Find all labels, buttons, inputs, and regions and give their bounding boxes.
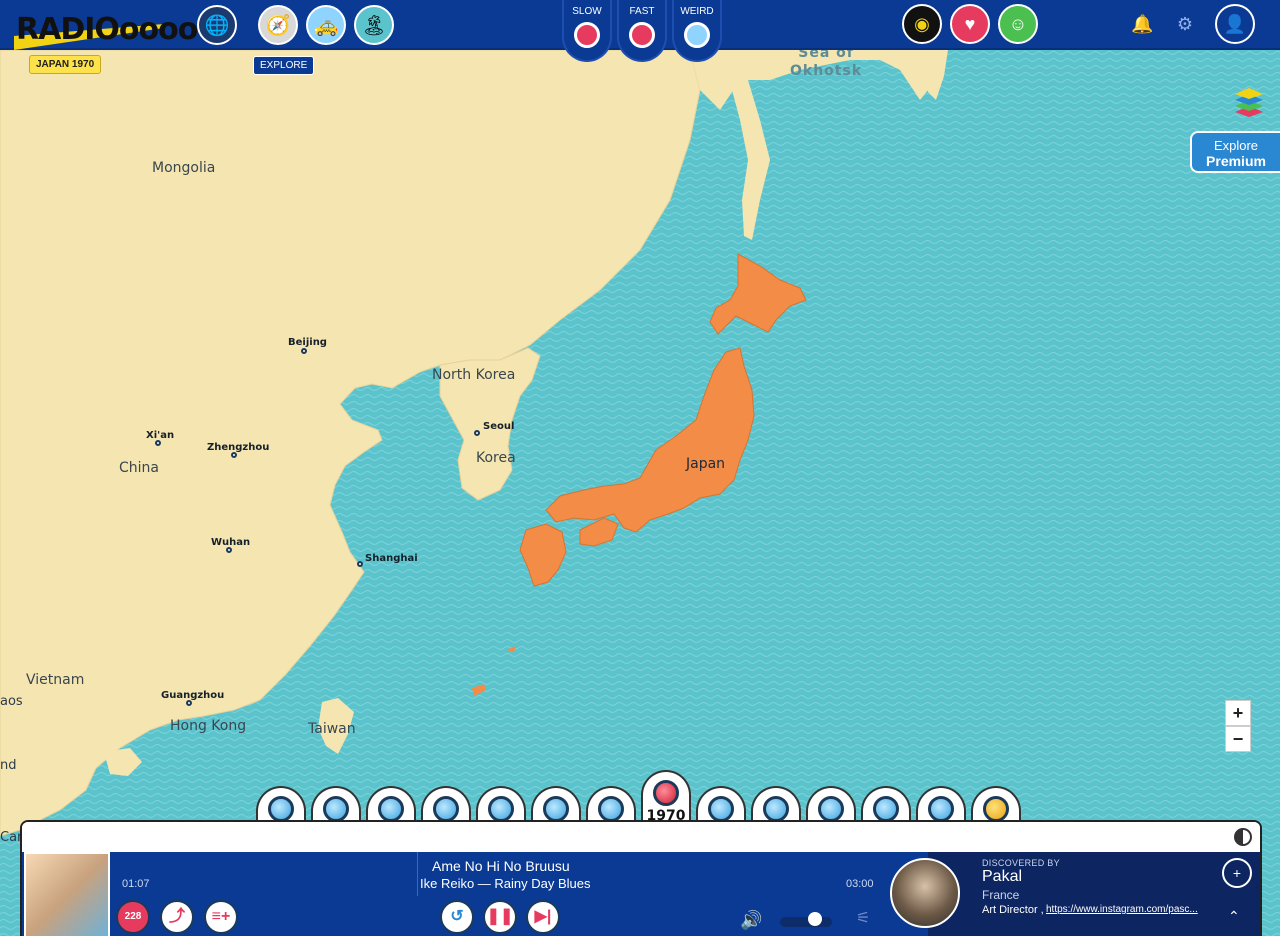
favorites-list-icon[interactable]: ♥ — [950, 4, 990, 44]
country-label-vietnam[interactable]: Vietnam — [26, 672, 84, 688]
speed-slow-indicator — [574, 22, 600, 48]
discoverer-country: France — [982, 888, 1020, 902]
speed-fast-toggle[interactable]: FAST — [617, 0, 667, 62]
vinyl-icon[interactable]: ◉ — [902, 4, 942, 44]
city-label-beijing: Beijing — [288, 337, 327, 348]
decade-knob — [378, 796, 404, 822]
zoom-out-button[interactable]: − — [1225, 726, 1251, 752]
speed-slow-toggle[interactable]: SLOW — [562, 0, 612, 62]
premium-line1: Explore — [1213, 138, 1259, 153]
decade-knob — [928, 796, 954, 822]
elapsed-time: 01:07 — [122, 878, 150, 890]
country-label-laos[interactable]: aos — [0, 694, 23, 709]
country-label-japan[interactable]: Japan — [686, 456, 725, 472]
current-country-badge: JAPAN 1970 — [29, 55, 102, 74]
city-dot-wuhan[interactable] — [226, 547, 232, 553]
city-label-guangzhou: Guangzhou — [161, 690, 225, 701]
top-bar: RADIOoooo 🌐 🧭 🚕 🏝 SLOW FAST WEIRD ◉ ♥ ☺ … — [0, 0, 1280, 62]
premium-line2: Premium — [1206, 153, 1266, 169]
like-button[interactable]: 228 — [116, 900, 150, 934]
app: Mongolia China North Korea Korea Japan V… — [0, 0, 1280, 936]
explore-premium-button[interactable]: Explore Premium — [1190, 131, 1280, 173]
discoverer-role: Art Director , — [982, 904, 1044, 916]
add-friend-icon[interactable]: + — [1222, 858, 1252, 888]
city-label-wuhan: Wuhan — [211, 537, 251, 548]
notification-bell-icon[interactable]: 🔔 — [1131, 13, 1153, 35]
pause-icon[interactable]: ❚❚ — [483, 900, 517, 934]
decade-knob — [323, 796, 349, 822]
city-label-seoul: Seoul — [483, 421, 515, 432]
friends-icon[interactable]: ☺ — [998, 4, 1038, 44]
country-label-india[interactable]: nd — [0, 758, 17, 773]
speed-weird-indicator — [684, 22, 710, 48]
speed-fast-label: FAST — [629, 6, 655, 17]
city-dot-zhengzhou[interactable] — [231, 452, 237, 458]
explore-tooltip: EXPLORE — [253, 56, 315, 75]
settings-gear-icon[interactable]: ⚙ — [1174, 13, 1196, 35]
country-label-hong-kong[interactable]: Hong Kong — [170, 718, 246, 734]
country-label-korea[interactable]: Korea — [476, 450, 516, 466]
city-dot-seoul[interactable] — [474, 430, 480, 436]
progress-marker[interactable] — [417, 852, 418, 896]
decade-knob — [983, 796, 1009, 822]
volume-slider[interactable] — [780, 917, 832, 927]
decade-knob — [543, 796, 569, 822]
city-dot-beijing[interactable] — [301, 348, 307, 354]
discoverer-avatar[interactable] — [890, 858, 960, 928]
discovered-by-label: DISCOVERED BY — [982, 858, 1060, 868]
city-dot-guangzhou[interactable] — [186, 700, 192, 706]
decade-knob — [488, 796, 514, 822]
chevron-up-icon[interactable]: ⌃ — [1228, 908, 1240, 925]
speed-weird-label: WEIRD — [680, 6, 714, 17]
speed-fast-indicator — [629, 22, 655, 48]
city-dot-shanghai[interactable] — [357, 561, 363, 567]
share-icon[interactable]: ⤴ — [160, 900, 194, 934]
city-label-xian: Xi'an — [146, 430, 175, 441]
track-title: Ame No Hi No Bruusu — [432, 858, 570, 874]
island-mode-icon[interactable]: 🏝 — [354, 5, 394, 45]
player-bar: 01:07 03:00 Ame No Hi No Bruusu Ike Reik… — [20, 820, 1262, 936]
city-label-shanghai: Shanghai — [365, 553, 418, 564]
compass-mode-icon[interactable]: 🧭 — [258, 5, 298, 45]
zoom-in-button[interactable]: + — [1225, 700, 1251, 726]
speed-slow-label: SLOW — [572, 6, 602, 17]
contrast-toggle-icon[interactable] — [1234, 828, 1252, 846]
album-cover[interactable] — [24, 852, 110, 936]
country-label-north-korea[interactable]: North Korea — [432, 367, 515, 383]
decade-knob — [268, 796, 294, 822]
country-label-mongolia[interactable]: Mongolia — [152, 160, 215, 176]
city-label-zhengzhou: Zhengzhou — [207, 442, 270, 453]
logo-text: RADIOoooo — [16, 12, 198, 47]
decade-knob — [598, 796, 624, 822]
decade-knob — [653, 780, 679, 806]
add-to-playlist-icon[interactable]: ≡+ — [204, 900, 238, 934]
speed-weird-toggle[interactable]: WEIRD — [672, 0, 722, 62]
city-dot-xian[interactable] — [155, 440, 161, 446]
country-label-china[interactable]: China — [119, 460, 159, 476]
decade-knob — [818, 796, 844, 822]
history-icon[interactable]: ↺ — [440, 900, 474, 934]
volume-icon[interactable]: 🔊 — [740, 910, 762, 931]
discoverer-name[interactable]: Pakal — [982, 868, 1022, 886]
decade-knob — [708, 796, 734, 822]
equalizer-icon[interactable]: ⚟ — [856, 908, 870, 928]
player-strip — [22, 822, 1260, 852]
volume-knob[interactable] — [808, 912, 822, 926]
decade-knob — [873, 796, 899, 822]
user-account-icon[interactable]: 👤 — [1215, 4, 1255, 44]
radiooooo-logo[interactable]: RADIOoooo — [14, 6, 198, 52]
next-track-icon[interactable]: ▶| — [526, 900, 560, 934]
globe-mode-icon[interactable]: 🌐 — [197, 5, 237, 45]
decade-knob — [433, 796, 459, 822]
total-duration: 03:00 — [846, 878, 874, 890]
decade-knob — [763, 796, 789, 822]
taxi-mode-icon[interactable]: 🚕 — [306, 5, 346, 45]
track-artist: Ike Reiko — Rainy Day Blues — [420, 876, 591, 891]
country-label-taiwan[interactable]: Taiwan — [308, 721, 356, 737]
discoverer-link[interactable]: https://www.instagram.com/pasc... — [1046, 904, 1198, 915]
like-count: 228 — [124, 911, 142, 922]
map-layers-icon[interactable] — [1233, 86, 1265, 118]
discovered-by-panel — [928, 852, 1260, 936]
